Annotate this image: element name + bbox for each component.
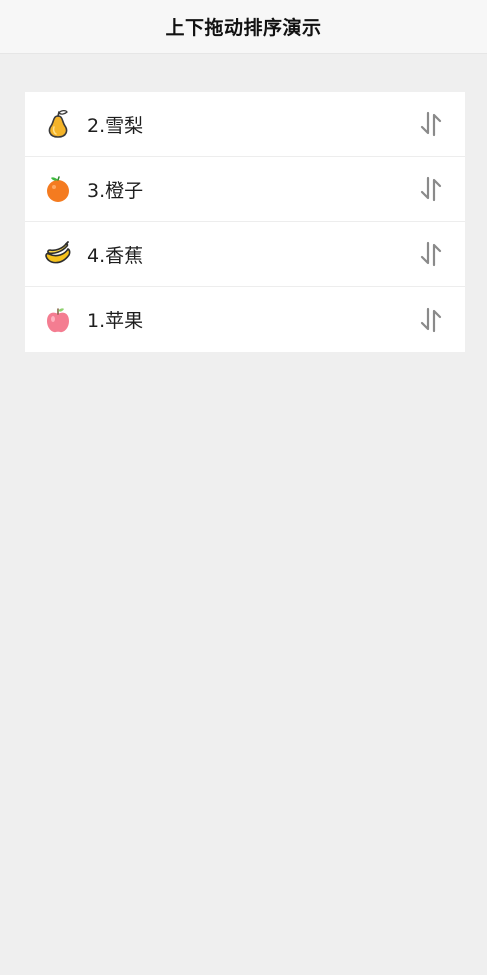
page-title: 上下拖动排序演示: [165, 17, 322, 39]
drag-handle-icon[interactable]: [417, 240, 445, 268]
list-item[interactable]: 3.橙子: [25, 157, 465, 222]
list-item[interactable]: 1.苹果: [25, 287, 465, 352]
sortable-list: 2.雪梨 3.橙子 4.香蕉 1.苹果: [25, 92, 465, 352]
item-label: 3.橙子: [87, 179, 144, 202]
drag-handle-icon[interactable]: [417, 110, 445, 138]
pear-icon: [43, 109, 73, 139]
orange-icon: [43, 174, 73, 204]
nav-bar: 上下拖动排序演示: [0, 0, 487, 54]
banana-icon: [43, 239, 73, 269]
item-label: 4.香蕉: [87, 244, 144, 267]
item-label: 2.雪梨: [87, 114, 144, 137]
drag-handle-icon[interactable]: [417, 306, 445, 334]
apple-icon: [43, 305, 73, 335]
list-item[interactable]: 4.香蕉: [25, 222, 465, 287]
drag-handle-icon[interactable]: [417, 175, 445, 203]
list-item[interactable]: 2.雪梨: [25, 92, 465, 157]
item-label: 1.苹果: [87, 310, 144, 332]
